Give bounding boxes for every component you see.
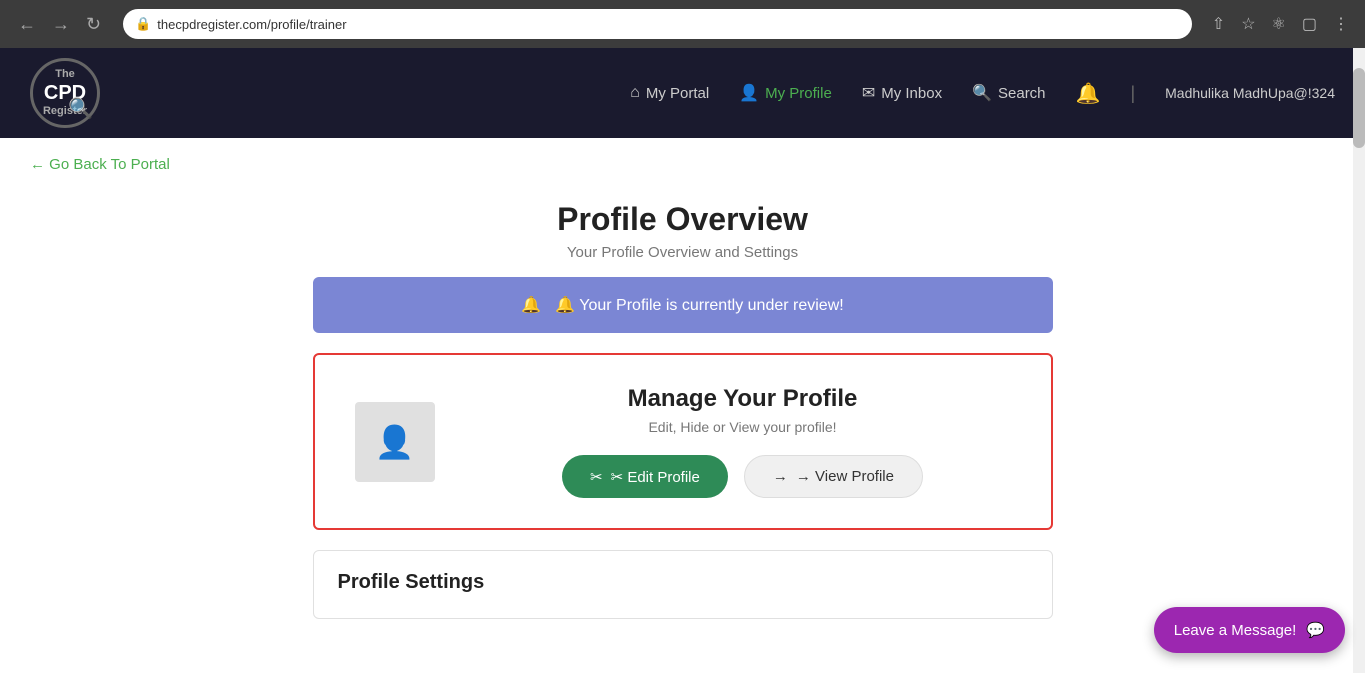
browser-nav-buttons: ← → ↻ [12, 12, 107, 37]
view-profile-button[interactable]: → → View Profile [744, 455, 923, 498]
page-subtitle: Your Profile Overview and Settings [313, 244, 1053, 261]
nav-my-inbox[interactable]: ✉ My Inbox [862, 83, 942, 103]
share-icon[interactable]: ⇧ [1208, 12, 1229, 36]
bell-icon: 🔔 [1076, 83, 1101, 105]
scrollbar-thumb[interactable] [1353, 68, 1365, 148]
profile-icon: 👤 [739, 83, 759, 103]
refresh-button[interactable]: ↻ [80, 12, 107, 37]
nav-separator: | [1130, 83, 1135, 104]
back-button[interactable]: ← [12, 12, 42, 37]
browser-chrome: ← → ↻ 🔒 thecpdregister.com/profile/train… [0, 0, 1365, 48]
nav-links: ⌂ My Portal 👤 My Profile ✉ My Inbox 🔍 Se… [630, 81, 1335, 106]
alert-banner: 🔔 🔔 Your Profile is currently under revi… [313, 277, 1053, 333]
leave-message-label: Leave a Message! [1174, 622, 1297, 639]
edit-profile-button[interactable]: ✂ ✂ Edit Profile [562, 455, 728, 498]
nav-my-inbox-label: My Inbox [881, 85, 942, 102]
go-back-text: ← Go Back To Portal [30, 156, 170, 173]
extensions-icon[interactable]: ⚛ [1268, 12, 1290, 36]
chat-icon: 💬 [1306, 621, 1325, 639]
search-icon: 🔍 [972, 83, 992, 103]
home-icon: ⌂ [630, 84, 640, 102]
scrollbar[interactable] [1353, 48, 1365, 673]
page-content: ← Go Back To Portal Profile Overview You… [0, 138, 1365, 673]
nav-my-profile[interactable]: 👤 My Profile [739, 83, 832, 103]
navbar: The CPD Register 🔍 ⌂ My Portal 👤 My Prof… [0, 48, 1365, 138]
menu-icon[interactable]: ⋮ [1329, 12, 1353, 36]
address-bar[interactable]: 🔒 thecpdregister.com/profile/trainer [123, 9, 1192, 39]
browser-actions: ⇧ ☆ ⚛ ▢ ⋮ [1208, 12, 1353, 36]
arrow-icon: → [773, 468, 788, 485]
profile-card-inner: 👤 Manage Your Profile Edit, Hide or View… [355, 385, 1011, 498]
logo-area: The CPD Register 🔍 [30, 58, 100, 128]
profile-settings-section: Profile Settings [313, 550, 1053, 619]
lock-icon: 🔒 [135, 16, 151, 32]
nav-search[interactable]: 🔍 Search [972, 83, 1045, 103]
bookmark-icon[interactable]: ☆ [1237, 12, 1259, 36]
manage-subtitle: Edit, Hide or View your profile! [475, 419, 1011, 435]
url-text: thecpdregister.com/profile/trainer [157, 17, 346, 32]
inbox-icon: ✉ [862, 83, 875, 103]
nav-my-portal-label: My Portal [646, 85, 709, 102]
profile-settings-title: Profile Settings [338, 571, 1028, 594]
profile-card-content: Manage Your Profile Edit, Hide or View y… [475, 385, 1011, 498]
notification-bell[interactable]: 🔔 [1076, 81, 1101, 106]
window-icon[interactable]: ▢ [1298, 12, 1321, 36]
logo: The CPD Register 🔍 [30, 58, 100, 128]
avatar-placeholder: 👤 [355, 402, 435, 482]
page-title: Profile Overview [313, 201, 1053, 238]
page-center: Profile Overview Your Profile Overview a… [293, 181, 1073, 619]
nav-search-label: Search [998, 85, 1046, 102]
go-back-link[interactable]: ← Go Back To Portal [0, 138, 200, 181]
alert-text: 🔔 Your Profile is currently under review… [555, 295, 844, 315]
magnifier-icon: 🔍 [68, 96, 93, 121]
nav-my-portal[interactable]: ⌂ My Portal [630, 84, 709, 102]
logo-top: The [43, 68, 87, 81]
nav-my-profile-label: My Profile [765, 85, 832, 102]
view-profile-label: → View Profile [796, 468, 894, 485]
leave-message-button[interactable]: Leave a Message! 💬 [1154, 607, 1345, 653]
avatar-icon: 👤 [375, 423, 415, 461]
alert-bell-icon: 🔔 [521, 295, 541, 315]
edit-profile-label: ✂ Edit Profile [611, 468, 700, 486]
manage-title: Manage Your Profile [475, 385, 1011, 413]
page-title-section: Profile Overview Your Profile Overview a… [313, 181, 1053, 277]
edit-icon: ✂ [590, 468, 603, 486]
profile-card-buttons: ✂ ✂ Edit Profile → → View Profile [475, 455, 1011, 498]
forward-button[interactable]: → [46, 12, 76, 37]
nav-username: Madhulika MadhUpa@!324 [1165, 85, 1335, 101]
manage-profile-card: 👤 Manage Your Profile Edit, Hide or View… [313, 353, 1053, 530]
